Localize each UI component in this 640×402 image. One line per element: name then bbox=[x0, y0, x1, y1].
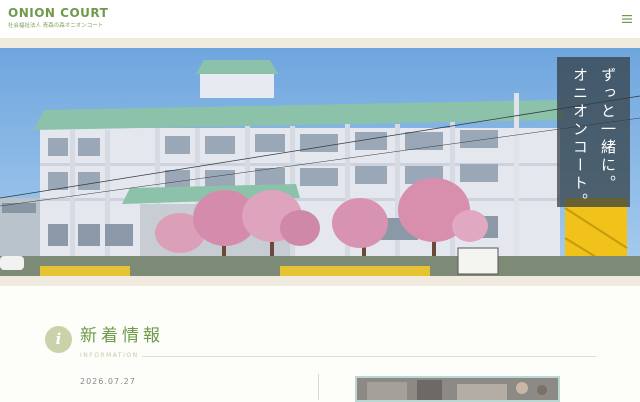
hero-image bbox=[0, 48, 640, 276]
hamburger-menu-icon[interactable] bbox=[622, 14, 632, 24]
hero-bottom-band bbox=[0, 276, 640, 286]
news-item-thumbnail[interactable] bbox=[355, 376, 560, 402]
news-item-date: 2026.07.27 bbox=[80, 377, 136, 386]
hero-tagline-box: ずっと一緒に。 オニオンコート。 bbox=[557, 57, 630, 211]
news-section-subtitle: INFORMATION bbox=[80, 352, 139, 359]
hero-tagline-line2: オニオンコート。 bbox=[571, 67, 589, 211]
site-header: ONION COURT 社会福祉法人 青森の森オニオンコート bbox=[0, 0, 640, 38]
hero-tagline-line1: ずっと一緒に。 bbox=[599, 67, 617, 193]
info-icon-letter: i bbox=[55, 330, 62, 348]
logo-title[interactable]: ONION COURT bbox=[8, 6, 108, 20]
section-title-divider bbox=[142, 356, 596, 357]
news-column-divider bbox=[318, 374, 319, 400]
news-section-title: 新着情報 bbox=[80, 326, 164, 346]
news-thumbnail-image bbox=[357, 378, 558, 400]
info-icon: i bbox=[45, 326, 72, 353]
logo-subtitle: 社会福祉法人 青森の森オニオンコート bbox=[8, 23, 104, 29]
header-divider-band bbox=[0, 38, 640, 48]
hero-building-illustration bbox=[0, 48, 640, 276]
